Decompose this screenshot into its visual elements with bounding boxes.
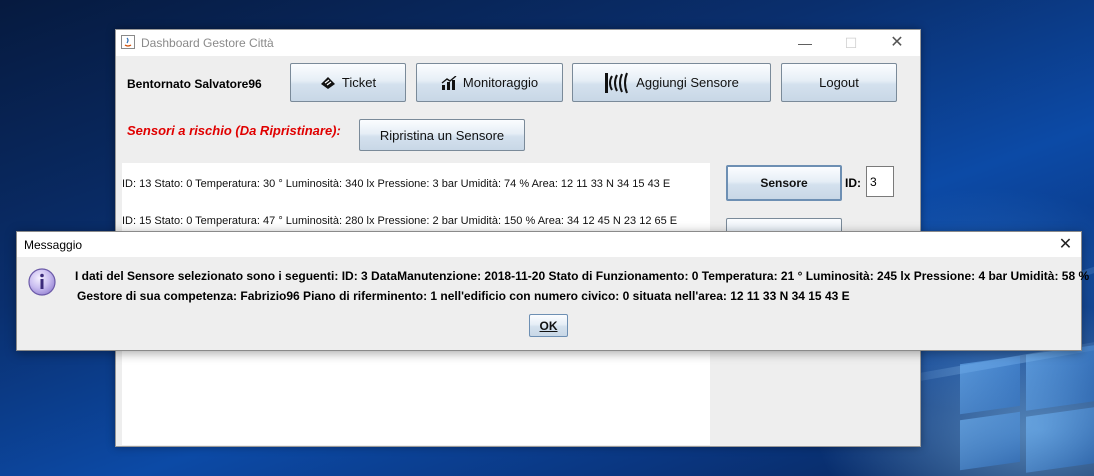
ticket-icon [320, 76, 335, 89]
dialog-title: Messaggio [24, 238, 83, 252]
window-titlebar[interactable]: Dashboard Gestore Città — ☐ ✕ [116, 30, 920, 56]
restore-sensor-button[interactable]: Ripristina un Sensore [359, 119, 525, 151]
java-app-icon [121, 35, 135, 49]
list-item[interactable]: ID: 13 Stato: 0 Temperatura: 30 ° Lumino… [122, 178, 670, 190]
ok-label: OK [539, 318, 558, 333]
info-icon [28, 268, 56, 296]
windows-logo-pane [1026, 345, 1094, 411]
id-label: ID: [845, 176, 861, 190]
close-button[interactable]: ✕ [874, 30, 920, 56]
sensor-details-label: Sensore [760, 176, 808, 190]
sensor-details-button[interactable]: Sensore [726, 165, 842, 201]
sensor-wave-icon [605, 72, 629, 93]
dialog-close-button[interactable]: ✕ [1050, 232, 1081, 257]
ticket-button[interactable]: Ticket [290, 63, 406, 102]
minimize-button[interactable]: — [782, 30, 828, 56]
logout-button[interactable]: Logout [781, 63, 897, 102]
dialog-message-line-1: I dati del Sensore selezionato sono i se… [75, 269, 1090, 283]
windows-logo-pane [1026, 407, 1094, 473]
sensor-id-input[interactable]: 3 [866, 166, 894, 197]
add-sensor-button[interactable]: Aggiungi Sensore [572, 63, 771, 102]
message-dialog: Messaggio ✕ I dati del Sensore seleziona… [16, 231, 1089, 351]
monitoring-label: Monitoraggio [462, 75, 539, 90]
restore-sensor-label: Ripristina un Sensore [379, 127, 505, 143]
monitoring-button[interactable]: Monitoraggio [416, 63, 563, 102]
risk-sensors-label: Sensori a rischio (Da Ripristinare): [127, 123, 341, 138]
dialog-message-line-2: Gestore di sua competenza: Fabrizio96 Pi… [77, 289, 850, 303]
welcome-label: Bentornato Salvatore96 [127, 77, 262, 91]
ok-button[interactable]: OK [529, 314, 568, 337]
maximize-button[interactable]: ☐ [828, 30, 874, 56]
window-title: Dashboard Gestore Città [141, 36, 274, 50]
windows-logo-pane [960, 411, 1020, 471]
ticket-label: Ticket [341, 75, 377, 90]
chart-icon [441, 75, 457, 90]
list-item[interactable]: ID: 15 Stato: 0 Temperatura: 47 ° Lumino… [122, 215, 677, 227]
dialog-titlebar[interactable]: Messaggio ✕ [17, 232, 1081, 257]
add-sensor-label: Aggiungi Sensore [636, 75, 739, 90]
windows-logo-pane [960, 355, 1020, 415]
logout-label: Logout [819, 75, 859, 90]
